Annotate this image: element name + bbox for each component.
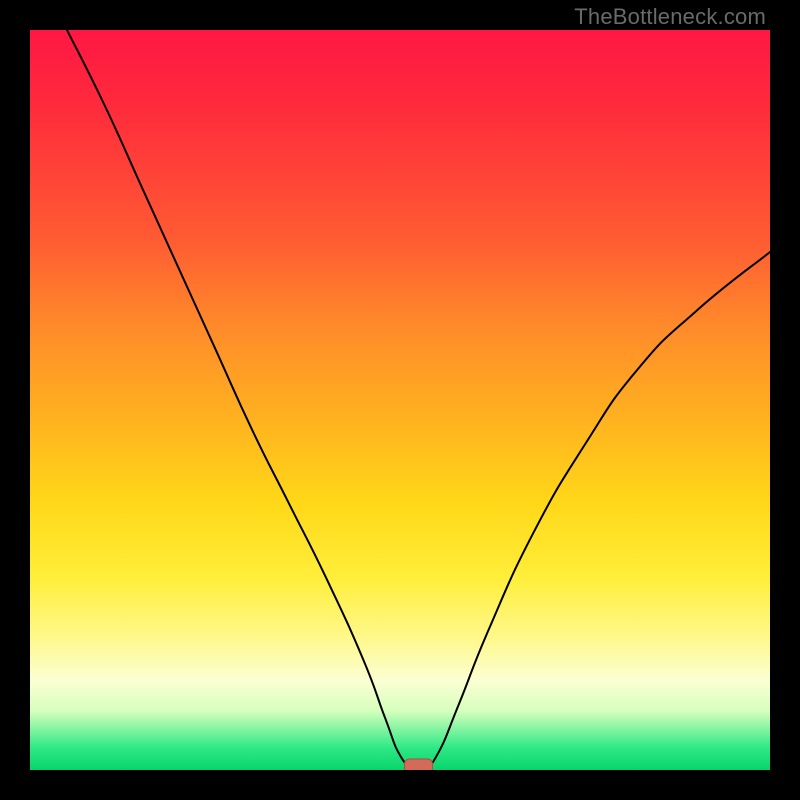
plot-area (30, 30, 770, 770)
bottleneck-curve (67, 30, 770, 770)
chart-svg (30, 30, 770, 770)
minimum-marker (405, 759, 433, 770)
chart-frame: TheBottleneck.com (0, 0, 800, 800)
watermark-text: TheBottleneck.com (574, 4, 766, 30)
